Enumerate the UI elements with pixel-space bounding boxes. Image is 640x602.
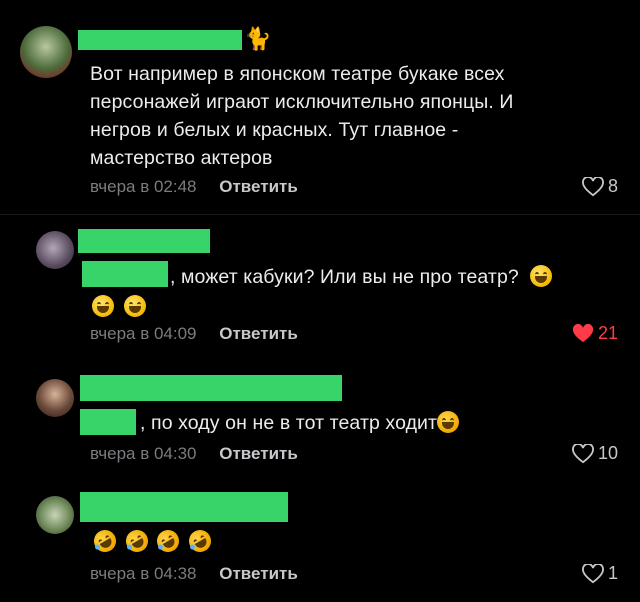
heart-outline-icon xyxy=(582,176,604,196)
comment-meta: вчера в 04:38 Ответить xyxy=(90,564,298,584)
grinning-emoji-icon xyxy=(92,295,114,317)
comment-meta: вчера в 02:48 Ответить xyxy=(90,177,298,197)
reply-button[interactable]: Ответить xyxy=(219,444,298,463)
comment-1: 🐈 Вот например в японском театре букаке … xyxy=(0,0,640,214)
like-count: 10 xyxy=(597,443,618,463)
comment-2: , может кабуки? Или вы не про театр? вче… xyxy=(0,215,640,365)
like-button[interactable]: 1 xyxy=(582,563,618,584)
grinning-emoji-icon xyxy=(530,265,553,287)
timestamp: вчера в 04:30 xyxy=(90,444,197,463)
like-button[interactable]: 21 xyxy=(572,323,618,344)
avatar[interactable] xyxy=(36,379,74,417)
comment-text-line: мастерство актеров xyxy=(90,147,273,169)
rofl-emoji-icon xyxy=(153,525,184,557)
reply-button[interactable]: Ответить xyxy=(219,324,298,343)
comment-text-line: , может кабуки? Или вы не про театр? xyxy=(170,266,519,288)
comment-text-line: негров и белых и красных. Тут главное - xyxy=(90,119,459,141)
comment-text-line: Вот например в японском театре букаке вс… xyxy=(90,63,505,85)
comment-text-line: персонажей играют исключительно японцы. … xyxy=(90,91,514,113)
avatar[interactable] xyxy=(36,231,74,269)
rofl-emoji-icon xyxy=(89,525,121,557)
comment-meta: вчера в 04:09 Ответить xyxy=(90,324,298,344)
avatar[interactable] xyxy=(36,496,74,534)
avatar[interactable] xyxy=(20,26,72,78)
reply-button[interactable]: Ответить xyxy=(219,564,298,583)
author-name-redacted[interactable] xyxy=(78,30,242,50)
heart-outline-icon xyxy=(582,563,604,583)
comment-4: вчера в 04:38 Ответить 1 xyxy=(0,480,640,602)
mention-redacted[interactable] xyxy=(82,261,168,287)
comment-text: , по ходу он не в тот театр ходит xyxy=(140,409,620,437)
comment-text: , может кабуки? Или вы не про театр? xyxy=(170,263,620,291)
timestamp: вчера в 04:38 xyxy=(90,564,197,583)
like-count: 8 xyxy=(607,176,618,196)
timestamp: вчера в 02:48 xyxy=(90,177,197,196)
grinning-emoji-icon xyxy=(123,295,146,317)
author-name-redacted[interactable] xyxy=(78,229,210,253)
like-button[interactable]: 8 xyxy=(582,176,618,197)
reply-button[interactable]: Ответить xyxy=(219,177,298,196)
rofl-emoji-icon xyxy=(121,525,152,557)
comment-text-line: , по ходу он не в тот театр ходит xyxy=(140,412,438,434)
like-count: 1 xyxy=(607,563,618,583)
comment-text: Вот например в японском театре букаке вс… xyxy=(90,60,610,172)
author-name-redacted[interactable] xyxy=(80,492,288,522)
comment-meta: вчера в 04:30 Ответить xyxy=(90,444,298,464)
timestamp: вчера в 04:09 xyxy=(90,324,197,343)
laughing-emoji-icon xyxy=(437,411,460,433)
rofl-emoji-icon xyxy=(184,525,215,557)
like-count: 21 xyxy=(597,323,618,343)
heart-filled-icon xyxy=(572,323,593,342)
like-button[interactable]: 10 xyxy=(572,443,618,464)
comment-3: , по ходу он не в тот театр ходит вчера … xyxy=(0,365,640,480)
mention-redacted[interactable] xyxy=(80,409,136,435)
emoji-line xyxy=(89,525,215,557)
author-name-redacted[interactable] xyxy=(80,375,342,401)
cat-icon: 🐈 xyxy=(244,26,272,51)
emoji-line xyxy=(92,293,150,321)
heart-outline-icon xyxy=(572,443,594,463)
